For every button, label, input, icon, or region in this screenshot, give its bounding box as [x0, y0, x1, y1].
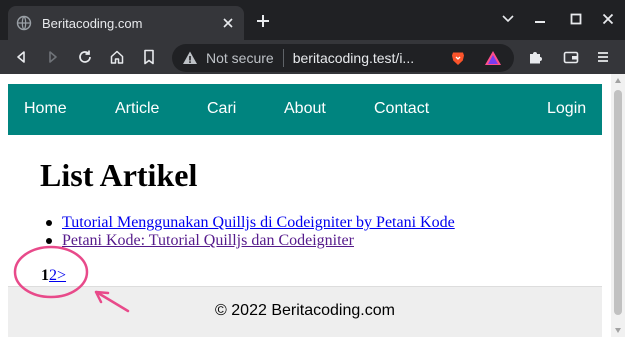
reload-icon[interactable] — [76, 48, 94, 66]
home-icon[interactable] — [108, 48, 126, 66]
nav-cari[interactable]: Cari — [207, 100, 236, 118]
close-window-icon[interactable] — [598, 10, 618, 28]
menu-icon[interactable] — [594, 48, 612, 66]
nav-home[interactable]: Home — [24, 100, 67, 118]
nav-about[interactable]: About — [284, 100, 326, 118]
browser-tab[interactable]: Beritacoding.com — [8, 6, 244, 40]
nav-article[interactable]: Article — [115, 100, 159, 118]
close-tab-icon[interactable] — [220, 15, 236, 31]
browser-toolbar: Not secure beritacoding.test/i... — [0, 40, 625, 74]
list-item: Tutorial Menggunakan Quilljs di Codeigni… — [46, 214, 455, 232]
page-title: List Artikel — [40, 157, 198, 193]
pagination-current-page: 1 — [41, 267, 49, 284]
page-footer: © 2022 Beritacoding.com — [8, 286, 602, 337]
article-link[interactable]: Tutorial Menggunakan Quilljs di Codeigni… — [62, 214, 455, 231]
top-navbar: Home Article Cari About Contact Login — [8, 84, 602, 135]
address-divider — [282, 49, 284, 67]
url-text[interactable]: beritacoding.test/i... — [293, 50, 441, 66]
nav-login[interactable]: Login — [547, 100, 586, 118]
article-list: Tutorial Menggunakan Quilljs di Codeigni… — [46, 214, 455, 250]
page-viewport: Home Article Cari About Contact Login Li… — [0, 74, 625, 337]
scrollbar-thumb[interactable] — [614, 90, 622, 315]
tab-title: Beritacoding.com — [42, 15, 143, 31]
pagination-next-link[interactable]: > — [57, 267, 66, 284]
back-icon[interactable] — [12, 48, 30, 66]
minimize-icon[interactable] — [530, 10, 550, 28]
article-link[interactable]: Petani Kode: Tutorial Quilljs dan Codeig… — [62, 232, 354, 249]
address-bar[interactable]: Not secure beritacoding.test/i... — [172, 44, 514, 72]
nav-contact[interactable]: Contact — [374, 100, 429, 118]
tab-strip: Beritacoding.com — [0, 0, 625, 40]
list-item: Petani Kode: Tutorial Quilljs dan Codeig… — [46, 232, 455, 250]
brave-shields-icon[interactable] — [450, 50, 466, 66]
forward-icon[interactable] — [44, 48, 62, 66]
chevron-down-icon[interactable] — [498, 10, 518, 28]
pagination-page-link[interactable]: 2 — [49, 267, 57, 284]
brave-rewards-icon[interactable] — [484, 50, 502, 66]
new-tab-icon[interactable] — [254, 12, 272, 30]
security-label: Not secure — [206, 50, 274, 66]
bookmark-icon[interactable] — [140, 48, 158, 66]
footer-copyright: © 2022 Beritacoding.com — [215, 302, 395, 319]
wallet-icon[interactable] — [562, 48, 580, 66]
maximize-icon[interactable] — [566, 10, 586, 28]
scroll-down-arrow-icon[interactable] — [615, 328, 621, 333]
scroll-up-arrow-icon[interactable] — [615, 78, 621, 83]
pagination: 12> — [41, 267, 66, 285]
extensions-icon[interactable] — [526, 48, 544, 66]
warning-icon[interactable] — [182, 50, 198, 66]
vertical-scrollbar[interactable] — [611, 74, 625, 337]
globe-icon — [16, 15, 32, 31]
